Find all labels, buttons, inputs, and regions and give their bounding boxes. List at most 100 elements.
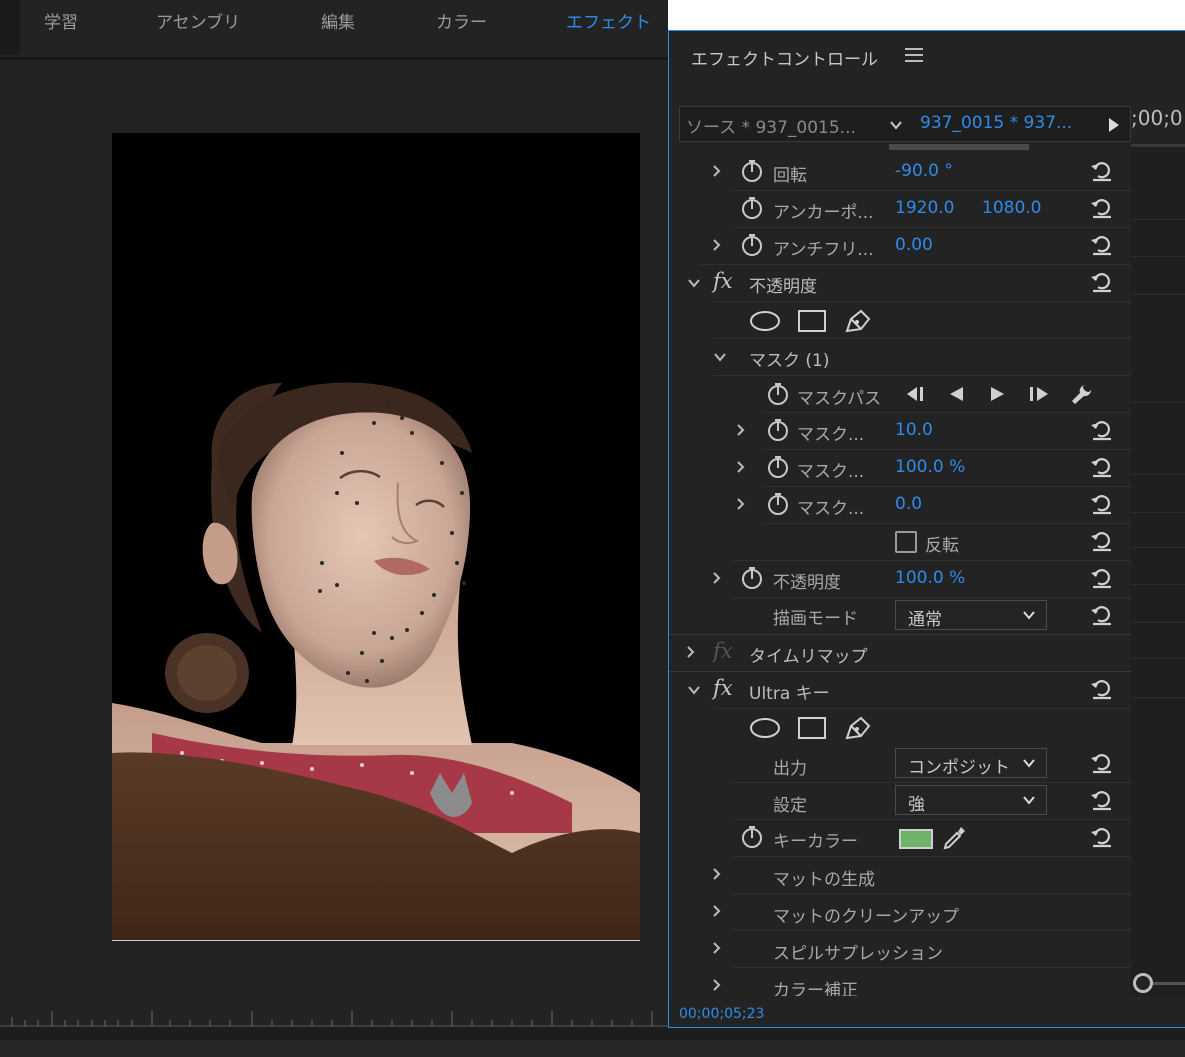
chevron-right-icon[interactable] [709,941,723,955]
stopwatch-icon[interactable] [741,196,763,220]
status-strip-lower [0,1040,1185,1057]
keyframe-timeline-area[interactable] [1131,144,1185,996]
chevron-right-icon[interactable] [709,571,723,585]
ellipse-mask-icon[interactable] [749,717,781,739]
reset-icon[interactable] [1089,750,1115,776]
dropdown-value: 強 [908,795,925,815]
track-backward-one-frame-icon[interactable] [905,384,929,404]
dropdown-value: 通常 [908,610,942,630]
fx-icon[interactable]: fx [713,639,733,663]
workspace-tab-color[interactable]: カラー [436,8,487,33]
monitor-time-ruler[interactable] [0,1005,668,1027]
chevron-down-icon [1023,759,1035,768]
key-color-swatch[interactable] [899,829,933,849]
current-timecode[interactable]: 00;00;05;23 [679,1006,764,1022]
stopwatch-icon[interactable] [767,418,789,442]
stopwatch-icon[interactable] [767,455,789,479]
group-label[interactable]: マットのクリーンアップ [773,902,959,927]
ellipse-mask-icon[interactable] [749,310,781,332]
chevron-right-icon[interactable] [733,423,747,437]
group-label[interactable]: スピルサプレッション [773,939,943,964]
anchor-y-value[interactable]: 1080.0 [982,198,1041,218]
property-label: 描画モード [773,609,858,629]
chevron-down-icon[interactable] [687,683,701,697]
reset-icon[interactable] [1089,491,1115,517]
reset-icon[interactable] [1089,787,1115,813]
property-value[interactable]: 100.0 % [895,568,965,588]
reset-icon[interactable] [1089,195,1115,221]
chevron-down-icon[interactable] [888,117,904,133]
fx-icon[interactable]: fx [713,676,733,700]
reset-icon[interactable] [1089,269,1115,295]
eyedropper-icon[interactable] [941,824,967,852]
zoom-slider-track[interactable] [1153,982,1185,985]
workspace-tab-editing[interactable]: 編集 [321,8,355,33]
property-value[interactable]: 10.0 [895,420,933,440]
reset-icon[interactable] [1089,232,1115,258]
reset-icon[interactable] [1089,528,1115,554]
program-monitor-video-frame[interactable] [112,133,640,941]
group-row-matte-generation: マットの生成 [669,857,1131,894]
chevron-down-icon[interactable] [713,350,727,364]
chevron-right-icon[interactable] [709,867,723,881]
property-value[interactable]: 0.0 [895,494,922,514]
property-label: マスク... [797,425,865,445]
stopwatch-icon[interactable] [741,825,763,849]
rectangle-mask-icon[interactable] [797,309,827,333]
fx-icon[interactable]: fx [713,269,733,293]
group-label[interactable]: マットの生成 [773,865,875,890]
reset-icon[interactable] [1089,417,1115,443]
chevron-down-icon [1023,796,1035,805]
rectangle-mask-icon[interactable] [797,716,827,740]
track-forward-one-frame-icon[interactable] [1027,384,1051,404]
stopwatch-icon[interactable] [767,492,789,516]
panel-title[interactable]: エフェクトコントロール [691,45,878,70]
chevron-down-icon[interactable] [687,276,701,290]
track-forward-icon[interactable] [987,384,1007,404]
property-value[interactable]: -90.0 ° [895,161,953,181]
panel-menu-icon[interactable] [905,48,923,64]
property-value[interactable]: 100.0 % [895,457,965,477]
zoom-slider-handle[interactable] [1133,973,1153,993]
chevron-right-icon[interactable] [709,978,723,992]
blend-mode-dropdown[interactable]: 通常 [895,600,1047,630]
chevron-right-icon[interactable] [733,497,747,511]
anchor-x-value[interactable]: 1920.0 [895,198,954,218]
workspace-tab-effects[interactable]: エフェクト [566,8,651,33]
pen-mask-icon[interactable] [843,307,873,335]
wrench-icon[interactable] [1069,382,1093,406]
group-label[interactable]: カラー補正 [773,976,858,996]
stopwatch-icon[interactable] [741,566,763,590]
track-backward-icon[interactable] [947,384,967,404]
chevron-right-icon[interactable] [683,645,697,659]
pen-mask-icon[interactable] [843,714,873,742]
stopwatch-icon[interactable] [767,382,789,406]
chevron-right-icon[interactable] [709,238,723,252]
chevron-right-icon[interactable] [733,460,747,474]
workspace-tab-assembly[interactable]: アセンブリ [156,8,240,33]
chevron-right-icon[interactable] [709,164,723,178]
reset-icon[interactable] [1089,565,1115,591]
workspace-tab-learning[interactable]: 学習 [44,8,78,33]
effect-name: タイムリマップ [749,647,868,667]
reset-icon[interactable] [1089,158,1115,184]
window-gap [668,0,1185,30]
property-value[interactable]: 0.00 [895,235,933,255]
property-row-anchor-point: アンカーポ... 1920.0 1080.0 [669,191,1131,228]
sequence-clip-label[interactable]: 937_0015 * 937... [920,113,1072,133]
setting-dropdown[interactable]: 強 [895,785,1047,815]
output-dropdown[interactable]: コンポジット [895,748,1047,778]
source-clip-label[interactable]: ソース * 937_0015... [686,113,856,138]
play-icon[interactable] [1105,116,1121,134]
reset-icon[interactable] [1089,454,1115,480]
effect-name: Ultra キー [749,684,830,704]
reset-icon[interactable] [1089,602,1115,628]
property-label: 設定 [773,796,807,816]
chevron-right-icon[interactable] [709,904,723,918]
mask-name[interactable]: マスク (1) [749,346,829,371]
stopwatch-icon[interactable] [741,159,763,183]
stopwatch-icon[interactable] [741,233,763,257]
reset-icon[interactable] [1089,676,1115,702]
invert-checkbox[interactable] [895,531,917,553]
reset-icon[interactable] [1089,824,1115,850]
